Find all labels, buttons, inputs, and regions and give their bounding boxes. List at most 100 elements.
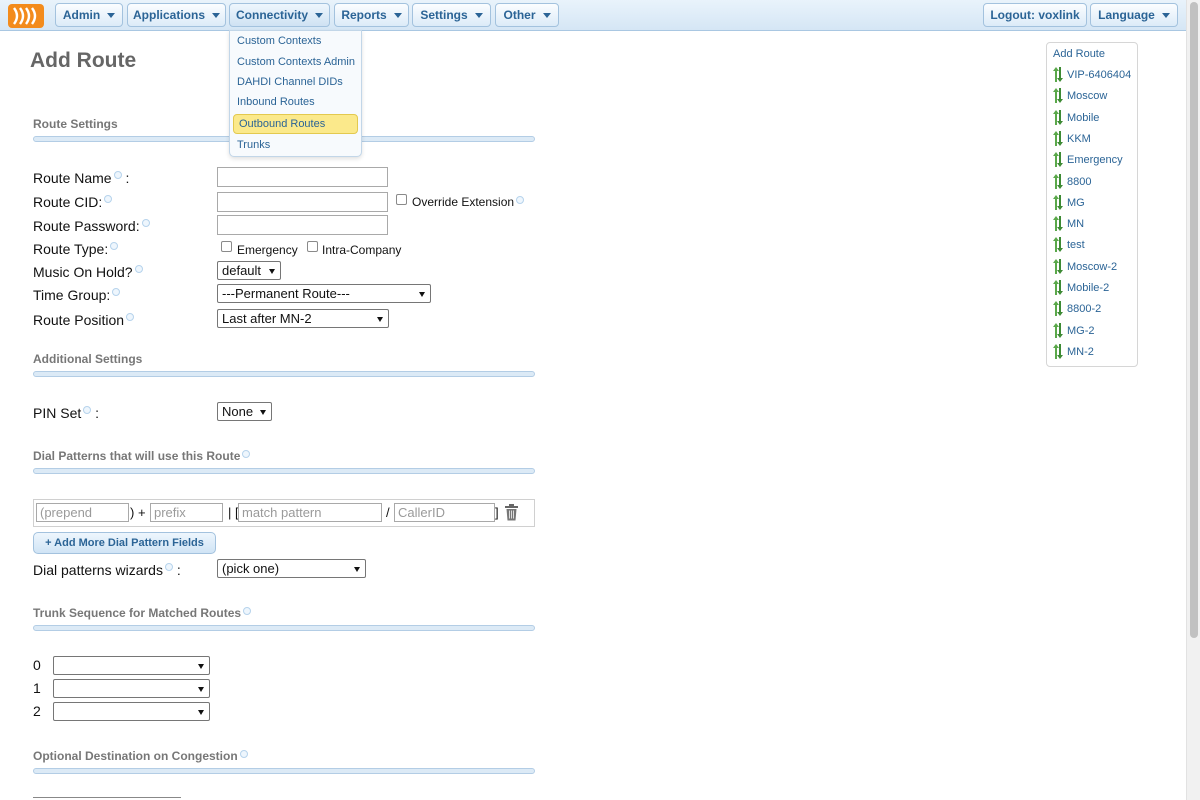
logout-button[interactable]: Logout: voxlink bbox=[983, 3, 1087, 27]
section-title-dial-patterns: Dial Patterns that will use this Route bbox=[33, 449, 251, 463]
override-extension-checkbox[interactable] bbox=[396, 194, 407, 205]
drag-handle-icon[interactable] bbox=[1053, 237, 1063, 253]
route-list-item[interactable]: MN-2 bbox=[1053, 343, 1094, 359]
scrollbar-thumb[interactable] bbox=[1190, 2, 1198, 638]
drag-handle-icon[interactable] bbox=[1053, 322, 1063, 338]
pin-set-label: PIN Set : bbox=[33, 405, 99, 421]
dropdown-item-outbound-routes[interactable]: Outbound Routes bbox=[233, 114, 358, 134]
chevron-down-icon bbox=[1161, 12, 1170, 18]
dropdown-item-trunks[interactable]: Trunks bbox=[237, 139, 270, 151]
trunk-index-0: 0 bbox=[33, 657, 41, 673]
trunk-select-1[interactable] bbox=[53, 679, 210, 698]
route-list-item-label: MN-2 bbox=[1067, 345, 1094, 358]
pin-set-select[interactable]: None bbox=[217, 402, 272, 421]
drag-handle-icon[interactable] bbox=[1053, 258, 1063, 274]
menu-admin[interactable]: Admin bbox=[55, 3, 123, 27]
callerid-input[interactable]: CallerID bbox=[394, 503, 495, 522]
music-on-hold-select[interactable]: default bbox=[217, 261, 281, 280]
help-icon[interactable] bbox=[113, 171, 122, 179]
trunk-select-0[interactable] bbox=[53, 656, 210, 675]
dial-wizards-select[interactable]: (pick one) bbox=[217, 559, 366, 578]
drag-handle-icon[interactable] bbox=[1053, 280, 1063, 295]
dropdown-arrow-icon bbox=[419, 292, 425, 297]
drag-handle-icon[interactable] bbox=[1053, 88, 1063, 104]
help-icon[interactable] bbox=[141, 219, 150, 227]
route-password-input[interactable] bbox=[217, 215, 388, 235]
help-icon[interactable] bbox=[134, 265, 143, 273]
route-name-input[interactable] bbox=[217, 167, 388, 187]
menu-language[interactable]: Language bbox=[1090, 3, 1178, 27]
prepend-input[interactable]: (prepend bbox=[36, 503, 129, 522]
route-list-item[interactable]: VIP-6406404 bbox=[1053, 67, 1131, 82]
menu-other[interactable]: Other bbox=[495, 3, 559, 27]
drag-handle-icon[interactable] bbox=[1053, 130, 1063, 146]
drag-handle-icon[interactable] bbox=[1053, 67, 1063, 82]
drag-handle-icon[interactable] bbox=[1053, 152, 1063, 168]
route-list-item[interactable]: Moscow bbox=[1053, 88, 1108, 104]
dial-wizards-label: Dial patterns wizards : bbox=[33, 562, 181, 578]
route-list-item[interactable]: Mobile-2 bbox=[1053, 280, 1109, 295]
help-icon[interactable] bbox=[112, 288, 121, 296]
freepbx-logo-icon[interactable] bbox=[8, 4, 44, 28]
route-position-select[interactable]: Last after MN-2 bbox=[217, 309, 389, 328]
drag-handle-icon[interactable] bbox=[1053, 194, 1063, 210]
drag-handle-icon[interactable] bbox=[1053, 301, 1063, 317]
intra-company-checkbox[interactable] bbox=[307, 241, 318, 252]
menu-applications[interactable]: Applications bbox=[127, 3, 226, 27]
trash-icon[interactable] bbox=[504, 504, 519, 521]
route-list-item[interactable]: 8800-2 bbox=[1053, 301, 1101, 317]
route-list-item[interactable]: Emergency bbox=[1053, 152, 1123, 168]
route-list-item[interactable]: test bbox=[1053, 237, 1085, 253]
prefix-input[interactable]: prefix bbox=[150, 503, 223, 522]
dropdown-item-inbound-routes[interactable]: Inbound Routes bbox=[237, 96, 315, 108]
drag-handle-icon[interactable] bbox=[1053, 343, 1063, 359]
route-cid-input[interactable] bbox=[217, 192, 388, 212]
drag-handle-icon[interactable] bbox=[1053, 173, 1063, 189]
dropdown-item-custom-contexts[interactable]: Custom Contexts bbox=[237, 35, 321, 47]
help-icon[interactable] bbox=[239, 750, 248, 758]
drag-handle-icon[interactable] bbox=[1053, 216, 1063, 232]
route-list-item-label: MN bbox=[1067, 218, 1085, 231]
add-more-dial-pattern-button[interactable]: + Add More Dial Pattern Fields bbox=[33, 532, 216, 554]
time-group-select[interactable]: ---Permanent Route--- bbox=[217, 284, 431, 303]
menu-settings[interactable]: Settings bbox=[412, 3, 491, 27]
help-icon[interactable] bbox=[242, 450, 251, 458]
menu-connectivity[interactable]: Connectivity bbox=[229, 3, 330, 27]
route-list-item[interactable]: MN bbox=[1053, 216, 1085, 232]
menu-reports[interactable]: Reports bbox=[334, 3, 409, 27]
help-icon[interactable] bbox=[104, 195, 113, 203]
trunk-select-2[interactable] bbox=[53, 702, 210, 721]
menu-applications-label: Applications bbox=[133, 8, 206, 22]
route-list-item-label: test bbox=[1067, 239, 1085, 252]
match-pattern-input[interactable]: match pattern bbox=[238, 503, 382, 522]
dropdown-item-dahdi-channel-dids[interactable]: DAHDI Channel DIDs bbox=[237, 76, 343, 88]
route-list-item[interactable]: 8800 bbox=[1053, 173, 1091, 189]
route-list-item[interactable]: MG-2 bbox=[1053, 322, 1095, 338]
logout-label: Logout: voxlink bbox=[990, 8, 1080, 22]
help-icon[interactable] bbox=[126, 313, 135, 321]
emergency-label: Emergency bbox=[237, 243, 298, 257]
route-list-item[interactable]: Mobile bbox=[1053, 109, 1100, 125]
drag-handle-icon[interactable] bbox=[1053, 109, 1063, 125]
trunk-index-2: 2 bbox=[33, 703, 41, 719]
menu-settings-label: Settings bbox=[420, 8, 468, 22]
music-on-hold-label: Music On Hold? bbox=[33, 264, 143, 280]
route-list-item[interactable]: Moscow-2 bbox=[1053, 258, 1117, 274]
route-list-item-label: Moscow bbox=[1067, 90, 1108, 103]
help-icon[interactable] bbox=[164, 563, 173, 571]
route-list-item[interactable]: MG bbox=[1053, 194, 1085, 210]
vertical-scrollbar[interactable] bbox=[1186, 0, 1200, 800]
route-password-label-text: Route Password: bbox=[33, 218, 140, 234]
help-icon[interactable] bbox=[243, 607, 252, 615]
help-icon[interactable] bbox=[516, 196, 525, 204]
menu-language-label: Language bbox=[1098, 8, 1155, 22]
route-list-add-route[interactable]: Add Route bbox=[1053, 48, 1105, 60]
dropdown-item-custom-contexts-admin[interactable]: Custom Contexts Admin bbox=[237, 56, 355, 68]
trunk-index-1: 1 bbox=[33, 680, 41, 696]
route-list-item[interactable]: KKM bbox=[1053, 130, 1091, 146]
help-icon[interactable] bbox=[110, 242, 119, 250]
route-list-item-label: Mobile bbox=[1067, 111, 1100, 124]
dial-wizards-label-text: Dial patterns wizards bbox=[33, 562, 163, 578]
music-on-hold-value: default bbox=[222, 263, 262, 278]
emergency-checkbox[interactable] bbox=[221, 241, 232, 252]
